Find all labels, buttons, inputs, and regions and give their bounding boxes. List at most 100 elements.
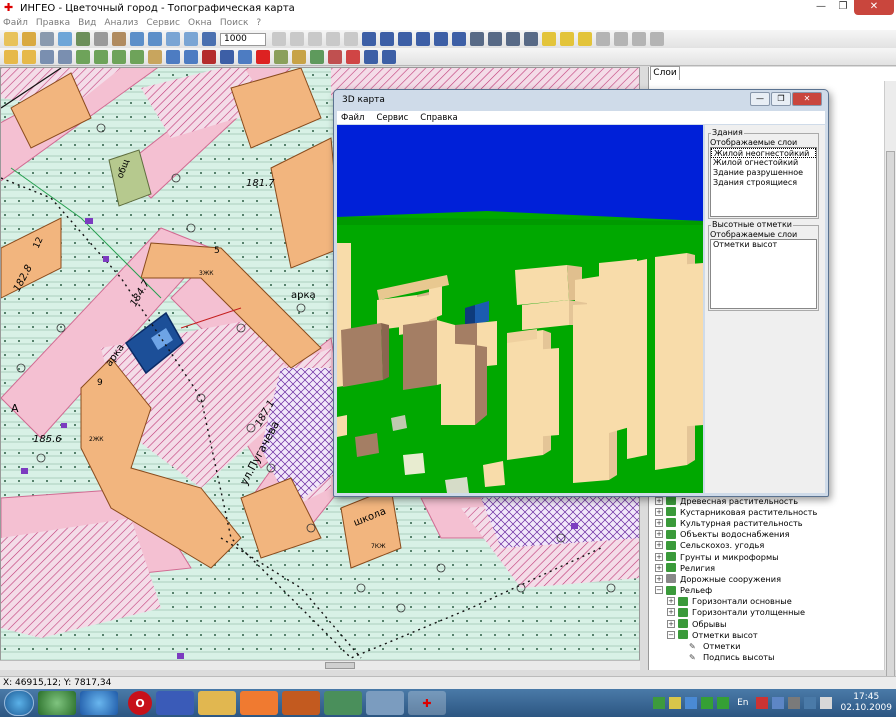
tray-icon[interactable]: [717, 697, 730, 709]
panel-scroll-thumb[interactable]: [886, 151, 895, 691]
media-player-icon[interactable]: [240, 691, 278, 715]
expand-icon[interactable]: +: [667, 608, 675, 617]
collapse-icon[interactable]: −: [667, 630, 675, 639]
tree-item[interactable]: − Рельеф: [655, 585, 880, 596]
help-pointer-icon[interactable]: [220, 49, 234, 64]
database2-icon[interactable]: [22, 49, 36, 64]
3d-scene-canvas[interactable]: [337, 125, 703, 493]
browser-icon[interactable]: [80, 691, 118, 715]
pointer-icon[interactable]: [362, 32, 376, 46]
collapse-icon[interactable]: −: [655, 586, 663, 595]
window-cascade-icon[interactable]: [614, 32, 628, 46]
layers-icon[interactable]: [76, 32, 90, 46]
filter-icon[interactable]: [76, 49, 90, 64]
object-icon[interactable]: [94, 49, 108, 64]
tree-item[interactable]: + Обрывы: [655, 618, 880, 629]
menu-windows[interactable]: Окна: [188, 18, 212, 28]
cut-icon[interactable]: [308, 32, 322, 46]
clock[interactable]: 17:45 02.10.2009: [840, 692, 892, 714]
tray-icon[interactable]: [685, 697, 698, 709]
folder-icon[interactable]: [198, 691, 236, 715]
zoom-in-icon[interactable]: [130, 32, 144, 46]
highlight-icon[interactable]: [542, 32, 556, 46]
label-icon[interactable]: [58, 49, 72, 64]
object2-icon[interactable]: [112, 49, 126, 64]
undo2-icon[interactable]: [202, 49, 216, 64]
highlight3-icon[interactable]: [578, 32, 592, 46]
expand-icon[interactable]: +: [655, 518, 663, 527]
expand-icon[interactable]: +: [655, 507, 663, 516]
snap3-icon[interactable]: [524, 32, 538, 46]
maximize-button[interactable]: ❐: [771, 92, 791, 106]
elevations-layer-list[interactable]: Отметки высот: [710, 239, 817, 309]
route-icon[interactable]: [364, 49, 378, 64]
tree-item[interactable]: + Религия: [655, 562, 880, 573]
edit-icon[interactable]: [328, 49, 342, 64]
opera-icon[interactable]: O: [128, 691, 152, 715]
zoom-out-icon[interactable]: [148, 32, 162, 46]
minimize-button[interactable]: —: [810, 0, 832, 15]
menu-service[interactable]: Сервис: [146, 18, 180, 28]
zoom-icon[interactable]: [58, 32, 72, 46]
box-icon[interactable]: [366, 691, 404, 715]
expand-icon[interactable]: +: [655, 530, 663, 539]
highlight2-icon[interactable]: [560, 32, 574, 46]
list-item[interactable]: Здания строящиеся: [711, 178, 816, 188]
tray-icon[interactable]: [804, 697, 817, 709]
measure-icon[interactable]: [434, 32, 448, 46]
menu-help[interactable]: Справка: [420, 113, 457, 123]
plot-icon[interactable]: [274, 49, 288, 64]
menu-help[interactable]: ?: [256, 18, 261, 28]
list-item[interactable]: Здание разрушенное: [711, 168, 816, 178]
zoom-scale-input[interactable]: 1000: [220, 32, 266, 46]
move-node-icon[interactable]: [416, 32, 430, 46]
list-item[interactable]: Отметки высот: [711, 240, 816, 250]
scale-icon[interactable]: [202, 32, 216, 46]
list-item[interactable]: Жилой огнестойкий: [711, 158, 816, 168]
tree-item[interactable]: + Грунты и микроформы: [655, 551, 880, 562]
expand-icon[interactable]: +: [655, 552, 663, 561]
language-indicator[interactable]: En: [737, 698, 748, 708]
chart-icon[interactable]: [238, 49, 252, 64]
table-icon[interactable]: [166, 49, 180, 64]
tree-item[interactable]: + Горизонтали утолщенные: [655, 607, 880, 618]
paste-icon[interactable]: [290, 32, 304, 46]
tray-icon[interactable]: [772, 697, 785, 709]
tray-icon[interactable]: [653, 697, 666, 709]
expand-icon[interactable]: +: [655, 563, 663, 572]
rotate-icon[interactable]: [452, 32, 466, 46]
tree-item[interactable]: − Отметки высот: [655, 629, 880, 640]
report-icon[interactable]: [184, 49, 198, 64]
open-folder-icon[interactable]: [22, 32, 36, 46]
expand-icon[interactable]: +: [667, 619, 675, 628]
maximize-button[interactable]: ❐: [832, 0, 854, 15]
close-button[interactable]: ✕: [792, 92, 822, 106]
helmet-icon[interactable]: [282, 691, 320, 715]
save-disk-icon[interactable]: [156, 691, 194, 715]
delete-icon[interactable]: [326, 32, 340, 46]
tree-item[interactable]: ✎ Подпись высоты: [655, 652, 880, 663]
tray-icon[interactable]: [788, 697, 801, 709]
stop-icon[interactable]: [256, 49, 270, 64]
expand-icon[interactable]: +: [655, 574, 663, 583]
map-horizontal-scrollbar[interactable]: [0, 660, 640, 670]
tree-item[interactable]: + Культурная растительность: [655, 517, 880, 528]
buildings-layer-list[interactable]: Жилой неогнестойкий Жилой огнестойкий Зд…: [710, 147, 817, 217]
menu-file[interactable]: Файл: [341, 113, 364, 123]
tree-item[interactable]: + Сельскохоз. угодья: [655, 540, 880, 551]
font-icon[interactable]: [346, 49, 360, 64]
tray-icon[interactable]: [669, 697, 682, 709]
expand-icon[interactable]: +: [667, 597, 675, 606]
minimize-button[interactable]: —: [750, 92, 770, 106]
expand-icon[interactable]: +: [655, 496, 663, 505]
select-icon[interactable]: [94, 32, 108, 46]
menu-view[interactable]: Вид: [78, 18, 96, 28]
ingeo-app-icon[interactable]: ✚: [408, 691, 446, 715]
frame-icon[interactable]: [292, 49, 306, 64]
zoom-window-icon[interactable]: [184, 32, 198, 46]
copy-icon[interactable]: [272, 32, 286, 46]
style-icon[interactable]: [40, 49, 54, 64]
monitor-icon[interactable]: [324, 691, 362, 715]
tray-icon[interactable]: [701, 697, 714, 709]
undo-icon[interactable]: [344, 32, 358, 46]
